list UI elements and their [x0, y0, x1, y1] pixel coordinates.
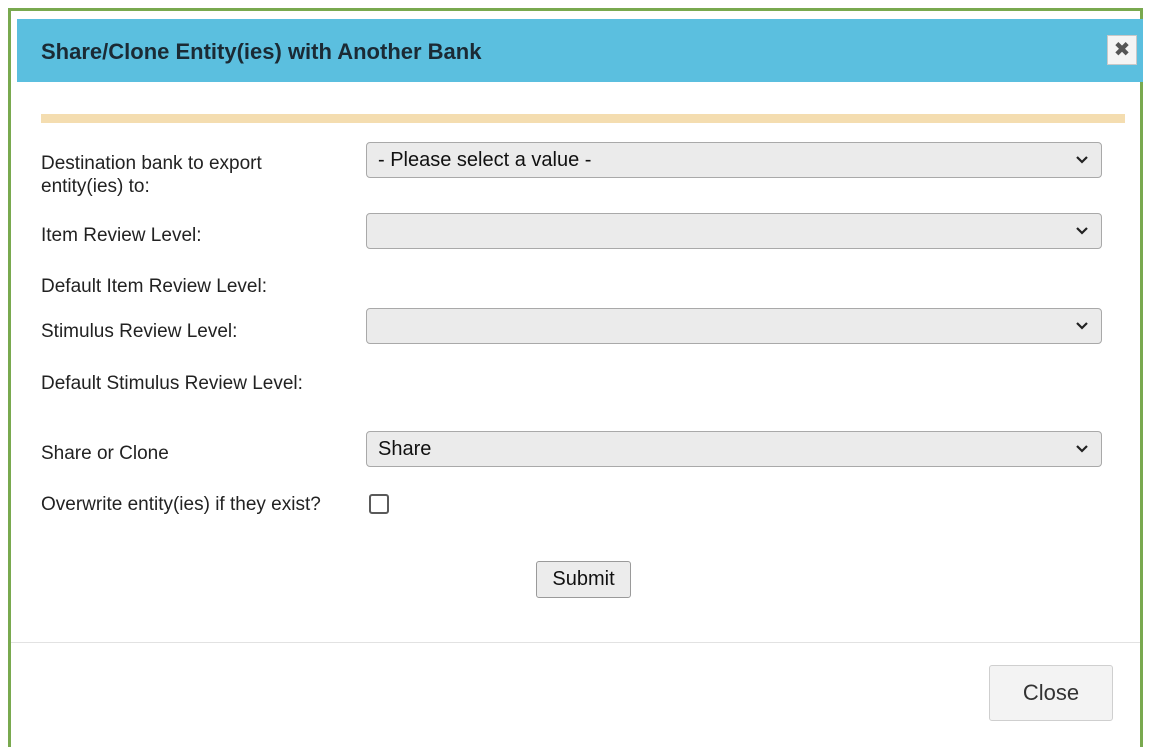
section-divider [41, 114, 1125, 123]
share-or-clone-value: Share [378, 438, 432, 460]
submit-button[interactable]: Submit [536, 561, 631, 598]
default-item-review-level-label: Default Item Review Level: [41, 276, 267, 297]
chevron-down-icon [1076, 227, 1088, 235]
close-icon[interactable]: ✖ [1107, 35, 1137, 65]
close-button[interactable]: Close [989, 665, 1113, 721]
share-or-clone-select[interactable]: Share [366, 431, 1102, 467]
share-clone-dialog: Share/Clone Entity(ies) with Another Ban… [8, 8, 1143, 747]
stimulus-review-level-label: Stimulus Review Level: [41, 321, 238, 342]
item-review-level-label: Item Review Level: [41, 225, 202, 246]
chevron-down-icon [1076, 156, 1088, 164]
share-or-clone-label: Share or Clone [41, 443, 169, 464]
overwrite-label: Overwrite entity(ies) if they exist? [41, 494, 321, 515]
default-stimulus-review-level-label: Default Stimulus Review Level: [41, 373, 303, 394]
overwrite-checkbox[interactable] [369, 494, 389, 514]
destination-bank-value: - Please select a value - [378, 149, 592, 171]
footer-divider [11, 642, 1140, 643]
chevron-down-icon [1076, 445, 1088, 453]
chevron-down-icon [1076, 322, 1088, 330]
stimulus-review-level-select[interactable] [366, 308, 1102, 344]
destination-bank-label: Destination bank to export entity(ies) t… [41, 153, 262, 197]
dialog-title: Share/Clone Entity(ies) with Another Ban… [41, 39, 482, 64]
item-review-level-select[interactable] [366, 213, 1102, 249]
dialog-titlebar: Share/Clone Entity(ies) with Another Ban… [17, 19, 1143, 82]
destination-bank-select[interactable]: - Please select a value - [366, 142, 1102, 178]
